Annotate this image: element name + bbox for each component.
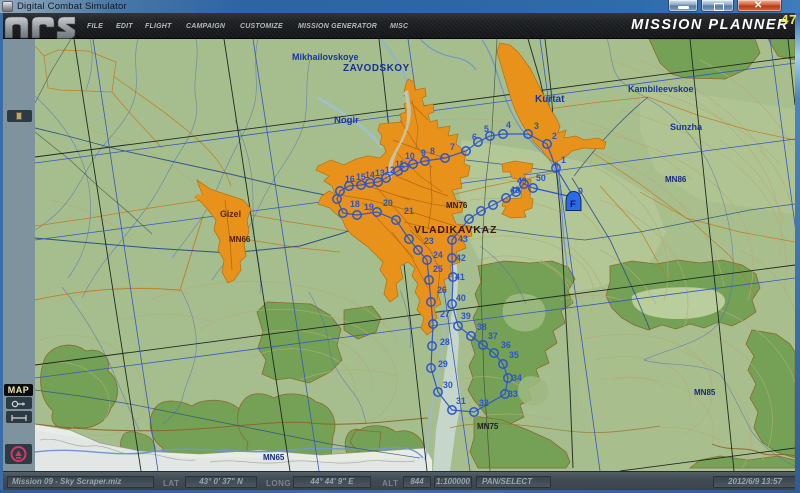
svg-text:32: 32 [479,398,489,408]
svg-text:6: 6 [472,132,477,142]
svg-text:Nogir: Nogir [334,115,359,126]
svg-text:42: 42 [456,253,466,263]
svg-text:8: 8 [430,146,435,156]
svg-text:20: 20 [383,198,393,208]
svg-text:33: 33 [508,389,518,399]
svg-text:29: 29 [438,359,448,369]
svg-text:5: 5 [484,124,489,134]
svg-text:21: 21 [404,206,414,216]
svg-text:MN75: MN75 [477,422,499,431]
svg-text:38: 38 [477,322,487,332]
svg-text:19: 19 [364,202,374,212]
svg-text:3: 3 [534,121,539,131]
svg-text:9: 9 [421,148,426,158]
svg-text:1: 1 [561,155,566,165]
svg-text:7: 7 [450,142,455,152]
svg-text:35: 35 [509,350,519,360]
svg-text:15: 15 [356,172,366,182]
svg-text:MN86: MN86 [665,175,687,184]
svg-text:18: 18 [350,199,360,209]
svg-text:50: 50 [536,173,546,183]
svg-text:MN66: MN66 [229,235,251,244]
svg-text:26: 26 [437,285,447,295]
svg-text:49: 49 [517,176,527,186]
svg-text:VLADIKAVKAZ: VLADIKAVKAZ [414,224,497,236]
svg-text:Kurtat: Kurtat [535,94,565,105]
svg-text:28: 28 [440,337,450,347]
svg-text:MN65: MN65 [263,453,285,462]
svg-text:12: 12 [385,165,395,175]
svg-text:Gizel: Gizel [220,209,241,219]
svg-text:Mikhailovskoye: Mikhailovskoye [292,52,359,62]
svg-text:14: 14 [365,170,375,180]
svg-text:Sunzha: Sunzha [670,122,703,132]
svg-text:34: 34 [512,373,522,383]
svg-text:10: 10 [405,151,415,161]
svg-text:36: 36 [501,340,511,350]
svg-text:23: 23 [424,236,434,246]
svg-text:39: 39 [461,311,471,321]
svg-text:2: 2 [552,131,557,141]
svg-text:16: 16 [345,174,355,184]
svg-text:ZAVODSKOY: ZAVODSKOY [343,63,410,74]
svg-text:41: 41 [455,272,465,282]
svg-text:27: 27 [440,309,450,319]
svg-text:F: F [570,199,576,210]
svg-text:37: 37 [488,331,498,341]
svg-text:31: 31 [456,396,466,406]
svg-text:Kambileevskoe: Kambileevskoe [628,84,694,94]
svg-text:4: 4 [506,120,511,130]
svg-text:25: 25 [433,264,443,274]
svg-text:30: 30 [443,380,453,390]
svg-text:40: 40 [456,293,466,303]
svg-text:24: 24 [433,250,443,260]
svg-text:11: 11 [395,159,404,169]
svg-text:MN76: MN76 [446,201,468,210]
svg-text:48: 48 [510,185,520,195]
svg-text:MN85: MN85 [694,388,716,397]
svg-text:13: 13 [375,168,385,178]
